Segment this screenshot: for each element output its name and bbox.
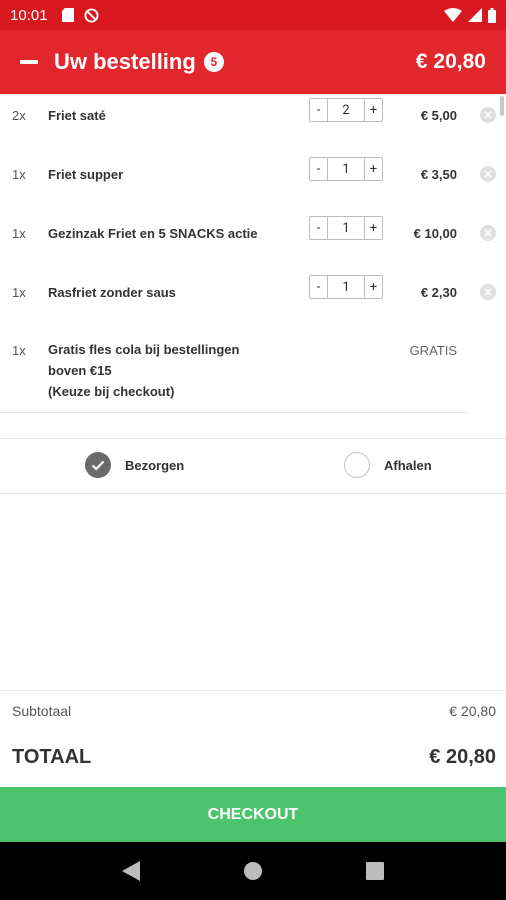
checkout-button[interactable]: CHECKOUT: [0, 787, 506, 842]
decrease-button[interactable]: -: [310, 99, 328, 121]
item-name: Rasfriet zonder saus: [48, 285, 176, 300]
increase-button[interactable]: +: [364, 276, 382, 298]
item-name: Friet saté: [48, 108, 106, 123]
pickup-label[interactable]: Afhalen: [384, 458, 432, 473]
signal-icon: [468, 8, 482, 22]
item-name: Gezinzak Friet en 5 SNACKS actie: [48, 226, 258, 241]
divider: [0, 690, 506, 691]
item-price: € 3,50: [420, 167, 457, 182]
item-count-badge: 5: [203, 52, 224, 72]
sd-card-icon: [61, 8, 74, 22]
decrease-button[interactable]: -: [310, 158, 328, 180]
item-price: € 10,00: [413, 226, 457, 241]
quantity-stepper: - 1 +: [309, 157, 383, 181]
delivery-option[interactable]: Bezorgen: [85, 452, 184, 478]
divider: [0, 438, 506, 439]
header-total: € 20,80: [415, 50, 486, 73]
divider: [0, 493, 506, 494]
total-label: TOTAAL: [12, 746, 92, 768]
remove-icon[interactable]: [480, 284, 496, 300]
item-name: Gratis fles cola bij bestellingen boven …: [48, 339, 298, 402]
item-price: € 5,00: [420, 108, 457, 123]
battery-icon: [488, 7, 496, 23]
item-name-line: (Keuze bij checkout): [48, 384, 175, 399]
increase-button[interactable]: +: [364, 217, 382, 239]
item-qty: 2x: [12, 108, 26, 123]
radio-unchecked-icon[interactable]: [344, 452, 370, 478]
subtotal-value: € 20,80: [449, 703, 496, 719]
item-price: € 2,30: [420, 285, 457, 300]
quantity-stepper: - 1 +: [309, 275, 383, 299]
remove-icon[interactable]: [480, 107, 496, 123]
item-qty: 1x: [12, 285, 26, 300]
collapse-icon[interactable]: [20, 60, 38, 64]
increase-button[interactable]: +: [364, 158, 382, 180]
recents-icon[interactable]: [366, 862, 385, 880]
quantity-stepper: - 2 +: [309, 98, 383, 122]
remove-icon[interactable]: [480, 166, 496, 182]
decrease-button[interactable]: -: [310, 217, 328, 239]
delivery-label[interactable]: Bezorgen: [125, 458, 184, 473]
order-header[interactable]: Uw bestelling 5 € 20,80: [0, 30, 506, 94]
quantity-value[interactable]: 1: [328, 280, 364, 295]
subtotal-label: Subtotaal: [12, 703, 72, 719]
wifi-icon: [444, 8, 462, 22]
item-name-line: Gratis fles cola bij bestellingen: [48, 342, 240, 357]
increase-button[interactable]: +: [364, 99, 382, 121]
status-time: 10:01: [10, 6, 48, 24]
quantity-value[interactable]: 1: [328, 162, 364, 177]
check-icon[interactable]: [85, 452, 111, 478]
quantity-stepper: - 1 +: [309, 216, 383, 240]
remove-icon[interactable]: [480, 225, 496, 241]
divider: [0, 412, 468, 413]
order-title: Uw bestelling: [54, 49, 196, 74]
navigation-bar: [0, 842, 506, 900]
item-qty: 1x: [12, 167, 26, 182]
pickup-option[interactable]: Afhalen: [344, 452, 432, 478]
item-qty: 1x: [12, 226, 26, 241]
free-label: GRATIS: [409, 343, 457, 358]
quantity-value[interactable]: 2: [328, 103, 364, 118]
total-value: € 20,80: [429, 746, 496, 768]
no-disturb-icon: [84, 7, 99, 23]
scrollbar[interactable]: [500, 96, 504, 116]
item-name: Friet supper: [48, 167, 124, 182]
decrease-button[interactable]: -: [310, 276, 328, 298]
status-bar: 10:01: [0, 0, 506, 30]
back-icon[interactable]: [121, 861, 140, 881]
item-name-line: boven €15: [48, 363, 112, 378]
home-icon[interactable]: [243, 861, 263, 881]
item-qty: 1x: [12, 343, 26, 358]
quantity-value[interactable]: 1: [328, 221, 364, 236]
